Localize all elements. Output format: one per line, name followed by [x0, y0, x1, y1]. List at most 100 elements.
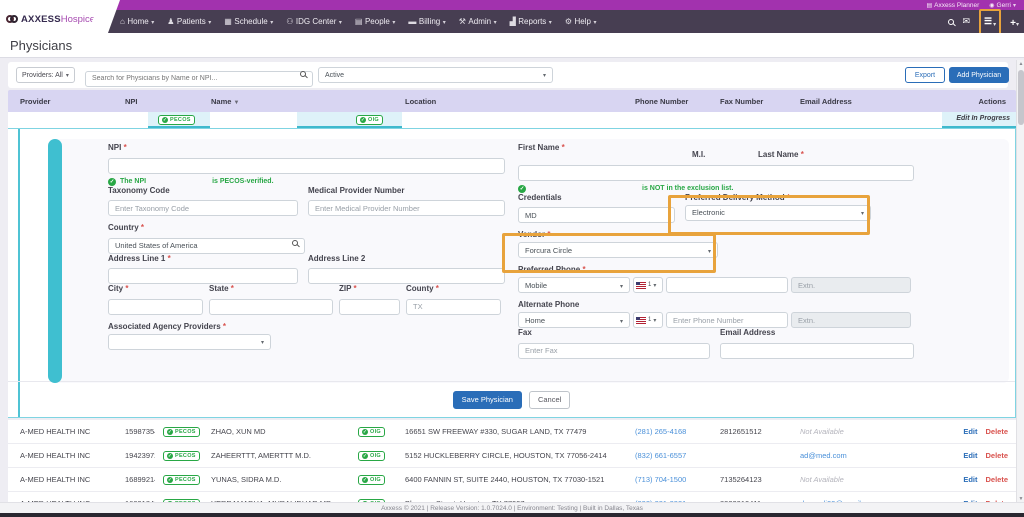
zip-input[interactable]	[339, 298, 400, 315]
taxonomy-label: Taxonomy Code	[108, 185, 170, 195]
county-input[interactable]	[406, 298, 501, 315]
agency-providers-select[interactable]	[108, 333, 271, 350]
header-fax[interactable]: Fax Number	[712, 97, 792, 106]
preferred-phone-type-select[interactable]: Mobile	[518, 277, 630, 293]
row-location: 16651 SW FREEWAY #330, SUGAR LAND, TX 77…	[405, 427, 587, 436]
row-delete-link[interactable]: Delete	[985, 427, 1008, 436]
header-npi[interactable]: NPI	[117, 97, 155, 106]
save-physician-button[interactable]: Save Physician	[452, 390, 522, 409]
list-menu-icon[interactable]: ☰	[984, 16, 992, 27]
search-input-icon[interactable]	[300, 71, 306, 77]
taxonomy-input[interactable]	[108, 200, 298, 216]
alternate-phone-label: Alternate Phone	[518, 300, 580, 309]
row-edit-link[interactable]: Edit	[963, 451, 977, 460]
brand-light: Hospice	[60, 13, 96, 25]
nav-item-schedule[interactable]: ▦ Schedule	[224, 17, 273, 26]
table-header: Provider NPI Name ▼ Location Phone Numbe…	[8, 90, 1016, 112]
header-phone[interactable]: Phone Number	[627, 97, 712, 106]
preferred-phone-extn-input[interactable]	[791, 277, 911, 293]
medical-provider-number-input[interactable]	[308, 200, 505, 216]
us-flag-icon	[636, 281, 646, 289]
row-email[interactable]: Not Available	[792, 427, 950, 436]
check-circle-icon	[167, 453, 173, 459]
row-fax: 7135264123	[720, 475, 762, 484]
name-input[interactable]	[518, 164, 914, 181]
credentials-input[interactable]	[518, 207, 675, 223]
pecos-badge-label: PECOS	[175, 477, 196, 483]
providers-filter-button[interactable]: Providers: All	[16, 67, 75, 83]
city-input[interactable]	[108, 298, 203, 315]
oig-badge-label: OIG	[370, 477, 381, 483]
scroll-up-icon[interactable]: ▲	[1017, 61, 1024, 67]
search-icon[interactable]	[947, 18, 954, 25]
email-input[interactable]	[720, 342, 914, 359]
user-menu[interactable]: ◉ Gerri	[989, 2, 1016, 9]
table-row[interactable]: A-MED HEALTH INC 1598735441 PECOS ZHAO, …	[8, 420, 1016, 444]
add-menu[interactable]: +	[1010, 13, 1019, 31]
vertical-scrollbar[interactable]: ▲ ▼	[1016, 60, 1024, 503]
table-row[interactable]: A-MED HEALTH INC 1689921447 PECOS YUNAS,…	[8, 468, 1016, 492]
row-phone[interactable]: (832) 661-6557	[627, 451, 712, 460]
address1-input[interactable]	[108, 268, 298, 284]
alternate-phone-type-select[interactable]: Home	[518, 312, 630, 328]
header-name[interactable]: Name ▼	[203, 97, 350, 106]
nav-item-billing[interactable]: ▬ Billing	[408, 17, 445, 26]
header-email[interactable]: Email Address	[792, 97, 950, 106]
scrollbar-thumb[interactable]	[1018, 70, 1024, 125]
status-select[interactable]: Active	[318, 67, 553, 83]
country-code-select[interactable]: 1	[633, 312, 663, 328]
nav-item-help[interactable]: ⚙ Help	[565, 17, 597, 26]
row-delete-link[interactable]: Delete	[985, 451, 1008, 460]
nav-item-people[interactable]: ▤ People	[355, 17, 396, 26]
brand-bold: AXXESS	[21, 13, 61, 25]
country-code-select[interactable]: 1	[633, 277, 663, 293]
nav-item-home[interactable]: ⌂ Home	[120, 17, 154, 26]
row-phone[interactable]: (713) 704-1500	[627, 475, 712, 484]
pecos-verified-note: The NPIis PECOS-verified.	[108, 177, 505, 186]
delivery-method-select[interactable]: Electronic	[685, 204, 871, 221]
nav-item-patients[interactable]: ♟ Patients	[167, 17, 211, 26]
table-row[interactable]: A-MED HEALTH INC 1942397278 PECOS ZAHEER…	[8, 444, 1016, 468]
row-delete-link[interactable]: Delete	[985, 475, 1008, 484]
header-location[interactable]: Location	[397, 97, 627, 106]
row-name: ZAHEERTTT, AMERTTT M.D.	[211, 451, 312, 460]
state-input[interactable]	[209, 298, 333, 315]
reports-icon: ▟	[509, 17, 516, 26]
alternate-phone-extn-input[interactable]	[791, 312, 911, 328]
preferred-phone-input[interactable]	[666, 277, 788, 293]
row-phone[interactable]: (281) 265-4168	[627, 427, 712, 436]
cancel-button[interactable]: Cancel	[528, 390, 571, 409]
vendor-select[interactable]: Forcura Circle	[518, 242, 718, 258]
export-button[interactable]: Export	[905, 67, 945, 83]
address2-input[interactable]	[308, 268, 505, 284]
nav-item-admin[interactable]: ⚒ Admin	[459, 17, 497, 26]
row-npi: 1598735441	[125, 427, 155, 436]
user-name: Gerri	[996, 1, 1011, 9]
alternate-phone-input[interactable]	[666, 312, 788, 328]
nav-item-reports[interactable]: ▟ Reports	[510, 17, 552, 26]
check-circle-icon	[362, 477, 368, 483]
home-icon: ⌂	[120, 17, 125, 26]
row-provider: A-MED HEALTH INC	[20, 475, 91, 484]
add-physician-button[interactable]: Add Physician	[949, 67, 1009, 83]
patients-icon: ♟	[167, 17, 175, 26]
country-input[interactable]	[108, 237, 305, 254]
npi-input[interactable]	[108, 157, 505, 174]
axxess-planner-link[interactable]: ▤ Axxess Planner	[926, 2, 979, 9]
search-input[interactable]	[85, 70, 313, 87]
app-logo[interactable]: AXXESS Hospice	[0, 0, 104, 38]
check-circle-icon	[167, 477, 173, 483]
country-search-icon[interactable]	[292, 240, 298, 246]
messages-icon[interactable]: ✉	[963, 16, 971, 27]
row-email[interactable]: Not Available	[792, 475, 950, 484]
header-provider[interactable]: Provider	[12, 97, 117, 106]
people-icon: ▤	[354, 17, 363, 26]
fax-input[interactable]	[518, 342, 710, 359]
row-name: YUNAS, SIDRA M.D.	[211, 475, 282, 484]
row-provider: A-MED HEALTH INC	[20, 427, 91, 436]
row-email[interactable]: ad@med.com	[792, 451, 950, 460]
green-check-icon	[108, 177, 116, 186]
row-edit-link[interactable]: Edit	[963, 427, 977, 436]
nav-item-idg-center[interactable]: ⚇ IDG Center	[286, 17, 342, 26]
row-edit-link[interactable]: Edit	[963, 475, 977, 484]
